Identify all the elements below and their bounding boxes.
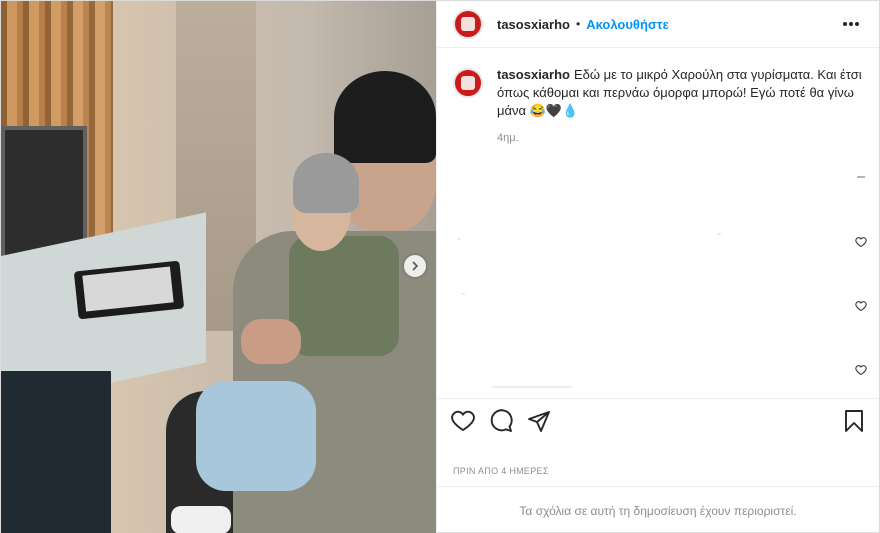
follow-button[interactable]: Ακολουθήστε [586, 17, 669, 32]
post-photo[interactable] [1, 1, 436, 533]
comments-restricted-notice: Τα σχόλια σε αυτή τη δημοσίευση έχουν πε… [437, 486, 879, 533]
blurred-comment [717, 233, 721, 235]
chevron-right-icon [412, 261, 419, 271]
like-button[interactable] [451, 409, 475, 433]
post-date[interactable]: ΠΡΙΝ ΑΠΟ 4 ΗΜΕΡΕΣ [437, 466, 879, 486]
caption-body: tasosxiarho Εδώ με το μικρό Χαρούλη στα γ… [497, 66, 863, 120]
photo-child-vest [289, 236, 399, 356]
comments-section[interactable]: tasosxiarho Εδώ με το μικρό Χαρούλη στα γ… [437, 48, 879, 398]
post-caption: tasosxiarho Εδώ με το μικρό Χαρούλη στα γ… [437, 48, 879, 120]
share-button[interactable] [527, 409, 551, 433]
caption-avatar[interactable] [453, 68, 483, 98]
likes-area [437, 442, 879, 466]
avatar-image [461, 76, 475, 90]
comment-button[interactable] [489, 408, 513, 433]
blurred-comment [462, 293, 465, 295]
caption-username[interactable]: tasosxiarho [497, 67, 570, 82]
instagram-post: tasosxiarho • Ακολουθήστε tasosxiarho Εδώ… [0, 0, 880, 533]
photo-child-jeans [196, 381, 316, 491]
photo-child-hat [293, 153, 359, 213]
share-icon [528, 410, 550, 432]
avatar-image [461, 17, 475, 31]
photo-hands [241, 319, 301, 364]
loading-spinner [857, 176, 865, 178]
photo-bag [1, 371, 111, 533]
heart-icon[interactable] [855, 364, 867, 376]
caption-timestamp[interactable]: 4ημ. [497, 132, 879, 144]
photo-beanie [334, 71, 436, 163]
next-photo-button[interactable] [404, 255, 426, 277]
separator-dot: • [575, 17, 581, 31]
header-username[interactable]: tasosxiarho [497, 17, 570, 32]
comment-icon [490, 408, 513, 432]
post-side-panel: tasosxiarho • Ακολουθήστε tasosxiarho Εδώ… [436, 1, 879, 533]
more-options-icon[interactable] [839, 18, 863, 30]
blurred-comment [492, 386, 572, 388]
blurred-comment [457, 238, 461, 240]
heart-icon [451, 410, 475, 431]
photo-child-shoe [171, 506, 231, 533]
post-header: tasosxiarho • Ακολουθήστε [437, 1, 879, 48]
heart-icon[interactable] [855, 236, 867, 248]
heart-icon[interactable] [855, 300, 867, 312]
avatar[interactable] [453, 9, 483, 39]
post-actions [437, 398, 879, 442]
bookmark-icon [845, 409, 863, 432]
save-button[interactable] [843, 409, 865, 433]
